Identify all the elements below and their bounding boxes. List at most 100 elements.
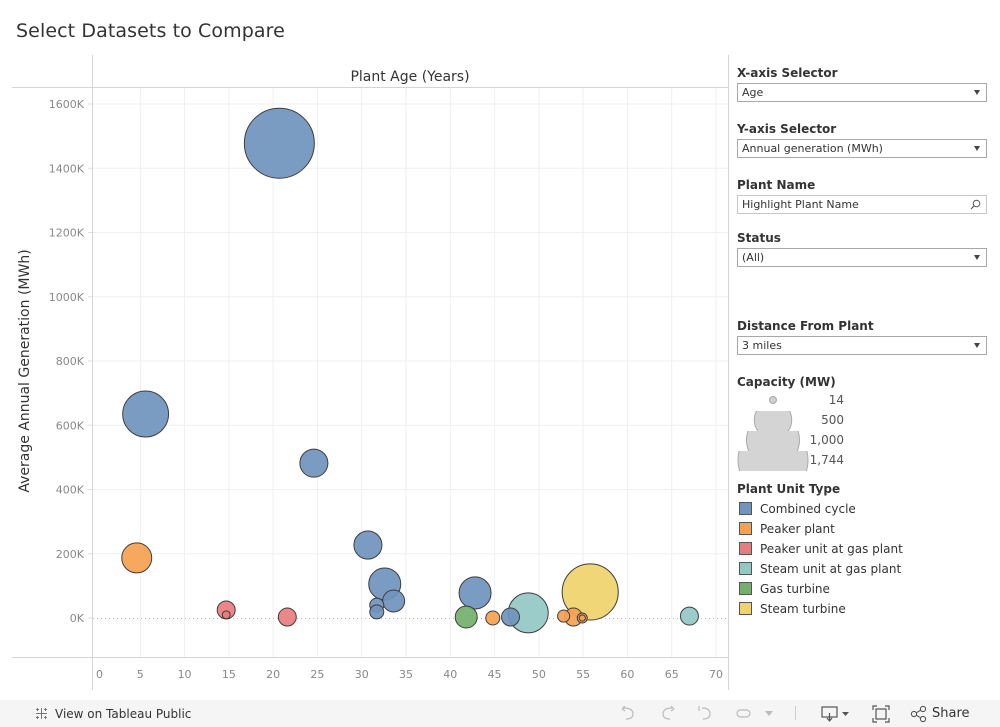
bubble-peaker-plant[interactable] [485,610,501,626]
y-axis-label: Average Annual Generation (MWh) [17,249,33,492]
y-tick-label: 0K [70,612,85,625]
dropdown-arrow-icon [974,146,980,151]
x-tick-label: 65 [665,668,679,681]
bubble-combined-cycle[interactable] [122,390,170,438]
y-tick-label: 1200K [49,227,85,240]
bubble-combined-cycle[interactable] [458,576,492,610]
toolbar-divider [795,706,796,720]
legend-item[interactable]: Combined cycle [739,502,856,518]
status-label: Status [737,231,781,245]
x-tick-label: 25 [310,668,324,681]
y-tick-label: 800K [56,355,85,368]
undo-icon[interactable] [620,705,638,721]
bubble-chart: Plant Age (Years) Average Annual Generat… [12,55,729,690]
y-tick-label: 1000K [49,291,85,304]
chart-title: Plant Age (Years) [350,69,469,85]
y-tick-label: 1400K [49,162,85,175]
x-tick-label: 10 [178,668,192,681]
bubble-combined-cycle[interactable] [369,604,385,620]
tableau-toolbar: View on Tableau Public Share [0,700,1000,727]
fullscreen-icon[interactable] [872,705,890,723]
x-axis-selector: X-axis Selector Age [737,66,987,102]
bubble-peaker-plant[interactable] [121,542,153,574]
pause-dropdown-icon[interactable] [764,711,774,717]
status-dropdown-value: (All) [742,251,765,264]
bubble-combined-cycle[interactable] [243,107,315,179]
legend-item[interactable]: Peaker plant [739,522,835,538]
x-tick-label: 50 [532,668,546,681]
status-filter: Status (All) [737,231,987,267]
legend-label: Peaker unit at gas plant [760,542,903,556]
size-legend-circle-14 [769,396,777,404]
capacity-legend-title: Capacity (MW) [737,375,836,389]
revert-icon[interactable] [697,705,715,721]
bubble-gas-turbine[interactable] [454,605,478,629]
plant-unit-type-legend: Plant Unit Type Combined cycle Peaker pla… [737,482,987,616]
bubble-steam-unit-at-gas-plant[interactable] [679,606,699,626]
y-axis-selector-label: Y-axis Selector [737,122,837,136]
legend-item[interactable]: Peaker unit at gas plant [739,542,903,558]
plant-name-label: Plant Name [737,178,816,192]
dropdown-arrow-icon [974,255,980,260]
size-legend-label: 1,000 [809,433,844,447]
size-legend-label: 1,744 [809,453,844,467]
y-axis-selector: Y-axis Selector Annual generation (MWh) [737,122,987,158]
x-tick-label: 20 [266,668,280,681]
bubble-combined-cycle[interactable] [299,448,329,478]
unit-type-legend-title: Plant Unit Type [737,482,841,496]
bubble-combined-cycle[interactable] [382,589,406,613]
view-on-tableau-public-label: View on Tableau Public [55,707,192,721]
share-button[interactable]: Share [932,706,970,721]
y-tick-labels: 0K 200K 400K 600K 800K 1000K 1200K 1400K 1600K [49,98,92,625]
dropdown-arrow-icon [974,343,980,348]
x-tick-label: 0 [96,668,103,681]
x-tick-label: 70 [709,668,723,681]
plant-name-filter: Plant Name Highlight Plant Name [737,178,987,214]
distance-filter: Distance From Plant 3 miles [737,319,987,355]
refresh-icon[interactable] [735,705,753,721]
y-axis-dropdown[interactable]: Annual generation (MWh) [737,139,987,158]
grid-lines [93,88,728,657]
bubble-peaker-unit-at-gas-plant[interactable] [221,610,231,620]
distance-dropdown-value: 3 miles [742,339,782,352]
legend-swatch [739,542,752,555]
plant-name-search-input[interactable]: Highlight Plant Name [737,195,987,214]
legend-item[interactable]: Steam turbine [739,602,846,618]
y-tick-label: 600K [56,419,85,432]
legend-item[interactable]: Steam unit at gas plant [739,562,901,578]
tableau-logo-icon [36,708,47,719]
x-axis-dropdown[interactable]: Age [737,83,987,102]
x-axis-dropdown-value: Age [742,86,764,99]
download-icon[interactable] [820,705,852,723]
bubble-peaker-unit-at-gas-plant[interactable] [277,607,297,627]
size-legend-label: 500 [821,413,844,427]
legend-label: Combined cycle [760,502,856,516]
bubble-peaker-plant[interactable] [557,609,571,623]
legend-item[interactable]: Gas turbine [739,582,830,598]
distance-label: Distance From Plant [737,319,874,333]
status-dropdown[interactable]: (All) [737,248,987,267]
size-legend-shapes [737,396,809,471]
view-on-tableau-public-link[interactable]: View on Tableau Public [34,706,191,721]
legend-swatch [739,502,752,515]
distance-dropdown[interactable]: 3 miles [737,336,987,355]
legend-label: Steam turbine [760,602,846,616]
bubble-peaker-plant[interactable] [578,614,586,622]
bubble-combined-cycle[interactable] [501,607,521,627]
x-tick-label: 55 [576,668,590,681]
y-tick-label: 400K [56,484,85,497]
x-tick-label: 30 [355,668,369,681]
redo-icon[interactable] [658,705,676,721]
legend-swatch [739,522,752,535]
x-tick-label: 60 [620,668,634,681]
search-icon[interactable] [970,199,981,210]
plant-name-placeholder: Highlight Plant Name [742,198,859,211]
dropdown-arrow-icon [974,90,980,95]
legend-label: Gas turbine [760,582,830,596]
y-axis-dropdown-value: Annual generation (MWh) [742,142,883,155]
share-icon[interactable] [910,705,928,723]
x-tick-label: 45 [488,668,502,681]
bubble-combined-cycle[interactable] [353,530,383,560]
page-title: Select Datasets to Compare [16,20,285,42]
x-tick-labels: 0 5 10 15 20 25 30 35 40 45 50 55 60 65 70 [96,668,723,681]
